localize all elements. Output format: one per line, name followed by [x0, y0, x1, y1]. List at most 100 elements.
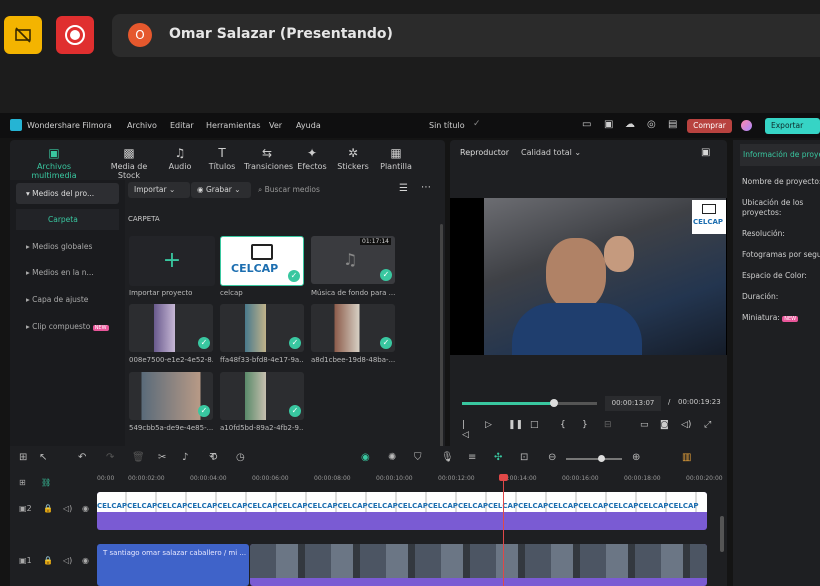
cloud-icon[interactable]: ☁ — [625, 119, 635, 130]
lock-icon[interactable]: 🔒 — [43, 556, 53, 565]
save-icon[interactable]: ▣ — [604, 119, 613, 130]
clock-icon[interactable]: ◷ — [236, 452, 245, 463]
media-tile-image[interactable]: ✓ — [129, 304, 213, 352]
timeline-scrollbar[interactable] — [720, 516, 724, 552]
volume-icon[interactable]: ◁) — [681, 420, 691, 430]
eye-icon[interactable]: ◉ — [82, 504, 89, 513]
clip-video[interactable] — [250, 544, 707, 586]
tab-stickers[interactable]: ✲ Stickers — [336, 146, 370, 171]
sidebar-item-project-media[interactable]: ▾ Medios del pro... — [16, 183, 119, 204]
media-tile-celcap[interactable]: CELCAP ✓ — [220, 236, 304, 286]
snap-icon[interactable]: ✣ — [494, 452, 502, 463]
scrollbar[interactable] — [440, 224, 443, 484]
add-track-icon[interactable]: ⊞ — [19, 478, 26, 487]
fullscreen-icon[interactable]: ⤢ — [704, 420, 711, 430]
media-tile-music[interactable]: 01:17:14 ♫ ✓ — [311, 236, 395, 284]
more-icon[interactable]: ⋯ — [421, 182, 431, 193]
zoom-out-icon[interactable]: ⊖ — [548, 452, 556, 463]
meeting-bar: O Omar Salazar (Presentando) — [0, 0, 820, 72]
seek-bar[interactable] — [462, 399, 597, 407]
playhead[interactable] — [499, 474, 508, 586]
zoom-in-icon[interactable]: ⊕ — [632, 452, 640, 463]
tracks-icon[interactable]: ≡ — [468, 452, 476, 463]
camera-icon[interactable]: ◙ — [660, 420, 669, 430]
monitor-icon[interactable]: ▭ — [640, 420, 649, 430]
render-icon[interactable]: ◉ — [361, 452, 370, 463]
filter-icon[interactable]: ☰ — [399, 183, 408, 194]
tab-effects[interactable]: ✦ Efectos — [297, 146, 327, 171]
prev-frame-icon[interactable]: |◁ — [462, 420, 469, 440]
sidebar-item-adjust[interactable]: ▸ Capa de ajuste — [16, 289, 119, 310]
tab-titles[interactable]: T Títulos — [205, 146, 239, 171]
eye-icon[interactable]: ◉ — [82, 556, 89, 565]
menu-ayuda[interactable]: Ayuda — [296, 121, 321, 130]
media-tile-image[interactable]: ✓ — [220, 304, 304, 352]
replace-icon[interactable]: ⊡ — [520, 452, 528, 463]
mark-out-icon[interactable]: } — [582, 420, 588, 430]
buy-button[interactable]: Comprar — [687, 119, 732, 133]
shield-icon[interactable]: ⛉ — [414, 452, 422, 463]
mute-icon[interactable]: ◁) — [63, 504, 72, 513]
seek-handle[interactable] — [549, 399, 558, 407]
headset-icon[interactable]: ◎ — [647, 119, 656, 130]
sidebar-item-global[interactable]: ▸ Medios globales — [16, 236, 119, 257]
media-tile-image[interactable]: ✓ — [311, 304, 395, 352]
link-icon[interactable]: ⛓ — [41, 478, 51, 487]
export-button[interactable]: Exportar — [765, 118, 820, 134]
mute-icon[interactable]: ◁) — [63, 556, 72, 565]
stop-icon[interactable]: □ — [530, 420, 539, 430]
delete-icon[interactable]: 🗑 — [132, 452, 145, 463]
field-duration: Duración: — [742, 292, 779, 301]
menu-editar[interactable]: Editar — [170, 121, 194, 130]
stop-share-button[interactable] — [4, 16, 42, 54]
zoom-slider[interactable] — [566, 455, 622, 462]
player-tab[interactable]: Reproductor — [460, 148, 509, 157]
media-tile-image[interactable]: ✓ — [129, 372, 213, 420]
zoom-handle[interactable] — [598, 455, 605, 462]
play-icon[interactable]: ▷ — [485, 420, 492, 430]
audio-meter-icon[interactable]: ▥ — [682, 452, 691, 463]
sidebar-item-folder[interactable]: Carpeta — [16, 209, 119, 230]
text-icon[interactable]: T — [210, 452, 216, 463]
mark-in-icon[interactable]: { — [560, 420, 566, 430]
media-tile-image[interactable]: ✓ — [220, 372, 304, 420]
import-dropdown[interactable]: Importar ⌄ — [128, 182, 190, 198]
audio-split-icon[interactable]: ♪ — [182, 452, 188, 463]
select-icon[interactable]: ↖ — [39, 452, 47, 463]
menu-archivo[interactable]: Archivo — [127, 121, 157, 130]
import-tile[interactable]: + — [129, 236, 215, 286]
quality-select[interactable]: Calidad total ⌄ — [521, 148, 581, 157]
tab-label: Efectos — [297, 162, 327, 171]
tab-media[interactable]: ▣ Archivos multimedia — [22, 146, 86, 180]
tab-template[interactable]: ▦ Plantilla — [378, 146, 414, 171]
track-1-header: ▣1 🔒 ◁) ◉ — [10, 542, 96, 586]
sticker-icon: ✲ — [347, 146, 359, 160]
gift-icon[interactable]: ▤ — [668, 119, 677, 130]
lock-icon[interactable]: 🔒 — [43, 504, 53, 513]
record-dropdown[interactable]: ◉ Grabar ⌄ — [191, 182, 251, 198]
playhead-handle[interactable] — [499, 474, 508, 481]
sidebar-item-compound[interactable]: ▸ Clip compuesto NEW — [16, 316, 119, 337]
record-button[interactable] — [56, 16, 94, 54]
tab-transitions[interactable]: ⇆ Transiciones — [244, 146, 293, 171]
search-input[interactable]: ⌕ Buscar medios — [258, 182, 388, 198]
user-avatar[interactable] — [741, 120, 752, 131]
redo-icon[interactable]: ↷ — [106, 452, 114, 463]
menu-herramientas[interactable]: Herramientas — [206, 121, 261, 130]
menu-ver[interactable]: Ver — [269, 121, 282, 130]
sidebar-item-cloud[interactable]: ▸ Medios en la n... — [16, 262, 119, 283]
clip-celcap[interactable]: CELCAPCELCAPCELCAPCELCAPCELCAPCELCAPCELC… — [97, 492, 707, 530]
cut-icon[interactable]: ✂ — [158, 452, 166, 463]
snapshot-icon[interactable]: ▣ — [701, 147, 710, 158]
pause-icon[interactable]: ❚❚ — [508, 420, 523, 430]
layout-icon[interactable]: ▭ — [582, 119, 591, 130]
tab-stock[interactable]: ▩ Media de Stock — [101, 146, 157, 180]
clip-title[interactable]: T santiago omar salazar caballero / mi .… — [97, 544, 249, 586]
properties-tab[interactable]: Información de proyecto — [740, 144, 820, 166]
insert-icon[interactable]: ⊟ — [604, 420, 612, 430]
mic-icon[interactable]: 🎙 — [441, 452, 454, 463]
undo-icon[interactable]: ↶ — [78, 452, 86, 463]
tab-audio[interactable]: ♫ Audio — [166, 146, 194, 171]
sun-icon[interactable]: ✺ — [388, 452, 396, 463]
grid-icon[interactable]: ⊞ — [19, 452, 27, 463]
